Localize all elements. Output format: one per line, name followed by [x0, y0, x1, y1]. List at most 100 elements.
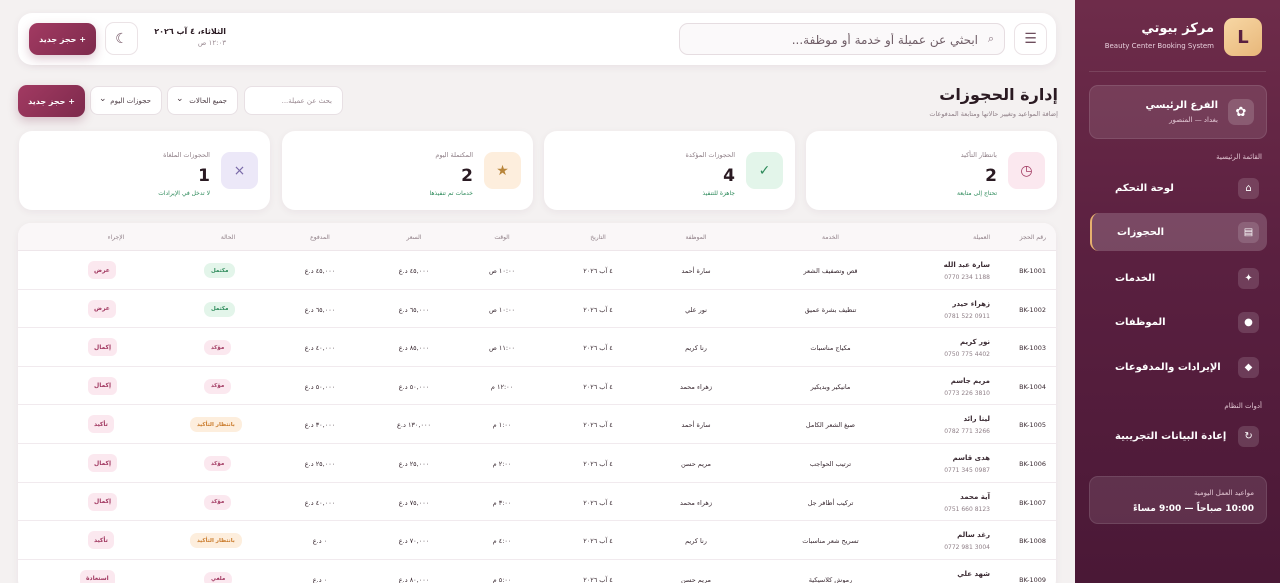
sidebar-item-services[interactable]: ✦ الخدمات [1090, 259, 1267, 297]
hamburger-icon: ☰ [1024, 31, 1037, 47]
table-row: BK-1009 شهد علي رموش كلاسيكية مريم حسن ٤ آب … [18, 560, 1056, 583]
client-phone: 0782 771 3266 [944, 428, 990, 436]
staff-name: سارة أحمد [681, 267, 711, 275]
sidebar-item-label: الحجوزات [1117, 226, 1165, 238]
star-icon: ★ [484, 152, 521, 189]
branch-location: بغداد — المنصور [1169, 116, 1218, 124]
status-badge: بانتظار التأكيد [190, 417, 242, 433]
booking-price: ٢٥,٠٠٠ د.ع [398, 460, 430, 468]
staff-name: زهراء محمد [680, 382, 712, 391]
booking-price: ٧٥,٠٠٠ د.ع [398, 498, 430, 507]
booking-id: BK-1009 [1019, 575, 1046, 583]
booking-time: ١٠:٠٠ ص [488, 267, 516, 275]
booking-date: ٤ آب ٢٠٢٦ [583, 267, 613, 275]
booking-id: BK-1003 [1019, 344, 1046, 353]
filter-period-value: حجوزات اليوم [110, 97, 151, 105]
sidebar-item-reset-data[interactable]: ↻ إعادة البيانات التجريبية [1090, 417, 1267, 455]
filter-status-value: جميع الحالات [189, 97, 227, 105]
brand-name: مركز بيوتي [1141, 21, 1214, 36]
booking-time: ٤:٠٠ م [492, 537, 512, 546]
column-header: التاريخ [590, 234, 606, 241]
booking-paid: ٣٠,٠٠٠ د.ع [304, 421, 336, 430]
staff-name: مريم حسن [680, 460, 712, 468]
working-hours-value: 10:00 صباحاً — 9:00 مساءً [1133, 504, 1254, 514]
filter-search-placeholder: بحث عن عميلة... [281, 97, 332, 105]
stat-value: 1 [198, 166, 210, 186]
booking-id: BK-1007 [1019, 498, 1046, 507]
service-name: رموش كلاسيكية [808, 575, 853, 583]
booking-time: ١١:٠٠ ص [488, 344, 516, 353]
row-action-button[interactable]: تأكيد [88, 531, 114, 550]
client-phone: 0773 226 3810 [944, 389, 990, 397]
filter-search[interactable]: بحث عن عميلة... [244, 86, 343, 115]
main-menu-title: القائمة الرئيسية [1216, 153, 1262, 161]
row-action-button[interactable]: إكمال [88, 338, 118, 357]
booking-date: ٤ آب ٢٠٢٦ [583, 498, 613, 507]
stat-card-completed: ★ المكتملة اليوم 2 خدمات تم تنفيذها [282, 131, 533, 210]
booking-time: ٢:٠٠ م [492, 460, 512, 468]
tools-title: أدوات النظام [1224, 402, 1262, 410]
filter-period-select[interactable]: حجوزات اليوم ⌄ [90, 86, 162, 115]
diamond-icon: ◆ [1238, 357, 1259, 378]
stat-hint: لا تدخل في الإيرادات [158, 190, 210, 197]
row-action-button[interactable]: استعادة [80, 569, 115, 583]
moon-icon: ☾ [115, 30, 128, 47]
row-action-button[interactable]: إكمال [88, 454, 118, 472]
service-name: صبغ الشعر الكامل [805, 421, 856, 430]
sidebar-item-revenue[interactable]: ◆ الإيرادات والمدفوعات [1090, 348, 1267, 386]
stat-card-cancelled: × الحجوزات الملغاة 1 لا تدخل في الإيرادا… [19, 131, 270, 210]
client-name: آية محمد [960, 492, 990, 501]
booking-id: BK-1004 [1019, 382, 1046, 391]
topbar: ☰ ⌕ الثلاثاء، ٤ آب ٢٠٢٦ ١٢:٠٣ ص ☾ + حجز … [18, 13, 1056, 65]
sidebar-item-staff[interactable]: ● الموظفات [1090, 303, 1267, 341]
client-name: هدى قاسم [952, 454, 990, 462]
sidebar-divider [1089, 71, 1266, 72]
global-search: ⌕ [679, 23, 1005, 55]
staff-name: رنا كريم [685, 537, 707, 546]
table-row: BK-1003 نور كريم 0750 775 4402 مكياج مناسبا… [18, 328, 1056, 367]
booking-time: ٥:٠٠ م [492, 575, 512, 583]
booking-time: ١:٠٠ م [492, 421, 512, 430]
current-time: ١٢:٠٣ ص [197, 39, 226, 47]
service-name: تنظيف بشرة عميق [804, 305, 857, 314]
row-action-button[interactable]: عرض [88, 261, 116, 279]
column-header: المدفوع [310, 234, 330, 241]
booking-id: BK-1001 [1019, 267, 1046, 275]
new-booking-button[interactable]: + حجز جديد [18, 85, 85, 117]
service-name: تركيب أظافر جل [807, 498, 854, 507]
status-badge: مؤكد [204, 378, 232, 394]
status-badge: مكتمل [204, 301, 236, 317]
client-name: لينا رائد [963, 415, 990, 424]
refresh-icon: ↻ [1238, 426, 1259, 447]
row-action-button[interactable]: إكمال [88, 376, 118, 395]
booking-date: ٤ آب ٢٠٢٦ [583, 421, 613, 430]
filter-status-select[interactable]: جميع الحالات ⌄ [167, 86, 238, 115]
staff-name: رنا كريم [685, 344, 707, 353]
row-action-button[interactable]: عرض [88, 299, 116, 318]
booking-price: ١٣٠,٠٠٠ د.ع [397, 421, 431, 430]
stat-value: 2 [461, 166, 473, 186]
booking-date: ٤ آب ٢٠٢٦ [583, 305, 613, 314]
branch-selector[interactable]: ✿ الفرع الرئيسي بغداد — المنصور [1089, 85, 1267, 139]
client-name: مريم جاسم [950, 376, 990, 385]
booking-price: ٧٠,٠٠٠ د.ع [398, 537, 430, 546]
booking-paid: ٠ د.ع [312, 575, 328, 583]
page-subtitle: إضافة المواعيد وتغيير حالاتها ومتابعة ال… [929, 110, 1058, 118]
table-row: BK-1007 آية محمد 0751 660 8123 تركيب أظافر … [18, 483, 1056, 522]
new-booking-button-top[interactable]: + حجز جديد [29, 23, 96, 55]
client-phone: 0750 775 4402 [944, 351, 990, 359]
menu-button[interactable]: ☰ [1014, 23, 1047, 55]
client-name: شهد علي [957, 569, 990, 578]
page-title: إدارة الحجوزات [939, 85, 1058, 104]
client-name: سارة عبد الله [943, 261, 990, 269]
row-action-button[interactable]: إكمال [88, 492, 118, 511]
client-phone: 0751 660 8123 [944, 505, 990, 513]
search-input[interactable] [688, 29, 978, 51]
booking-date: ٤ آب ٢٠٢٦ [583, 382, 613, 391]
row-action-button[interactable]: تأكيد [88, 415, 114, 434]
theme-toggle-button[interactable]: ☾ [105, 22, 138, 55]
sidebar-item-bookings[interactable]: ▤ الحجوزات [1090, 213, 1267, 251]
booking-date: ٤ آب ٢٠٢٦ [583, 575, 613, 583]
status-badge: ملغي [204, 571, 233, 583]
sidebar-item-dashboard[interactable]: ⌂ لوحة التحكم [1090, 169, 1267, 207]
